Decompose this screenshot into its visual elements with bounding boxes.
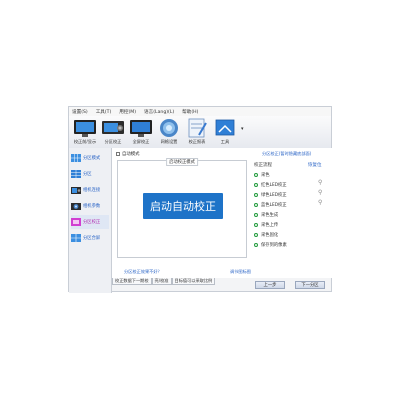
tab-target[interactable]: 目标值可以采取比例 bbox=[171, 278, 216, 285]
step-item: 采色固化 bbox=[254, 231, 278, 239]
camera-icon bbox=[102, 121, 124, 134]
menu-help[interactable]: 帮助(H) bbox=[182, 109, 198, 115]
auto-mode-checkbox[interactable]: 自动模式 bbox=[116, 151, 140, 157]
toolbar: 校正前/显示 分区校正 全屏校正 网格设置 校正报表 工具 ▾ bbox=[69, 116, 331, 149]
group-title: 启动校正模式 bbox=[166, 158, 198, 166]
disc-icon bbox=[160, 119, 178, 137]
status-icon bbox=[254, 203, 258, 207]
tool-report[interactable]: 校正报表 bbox=[184, 118, 210, 146]
adjust-icon-link[interactable]: 调节图标图 bbox=[230, 269, 251, 275]
pin-icon[interactable]: ⚲ bbox=[318, 189, 322, 196]
sidebar-item-label: 相机参数 bbox=[83, 204, 101, 209]
report-icon bbox=[188, 118, 207, 138]
status-icon bbox=[254, 213, 258, 217]
next-partition-button[interactable]: 下一分区 bbox=[295, 281, 325, 289]
pin-icon[interactable]: ⚲ bbox=[318, 199, 322, 206]
calibration-help-link[interactable]: 分区校正效果不好？ bbox=[124, 269, 162, 275]
step-item: 采色生成 bbox=[254, 211, 278, 219]
step-item: 保存到的像素 bbox=[254, 241, 287, 249]
monitor-icon bbox=[74, 120, 96, 137]
sidebar-item-camera-params[interactable]: 相机参数 bbox=[71, 199, 109, 213]
menu-bar: 设置(S) 工具(T) 用控(M) 语言(Lang)(L) 帮助(H) bbox=[69, 107, 331, 116]
status-icon bbox=[254, 223, 258, 227]
toolbar-overflow-arrow[interactable]: ▾ bbox=[241, 126, 244, 132]
camera-icon bbox=[71, 187, 81, 194]
screen-icon bbox=[130, 120, 152, 137]
merge-icon bbox=[71, 234, 81, 242]
status-icon bbox=[254, 243, 258, 247]
checkbox-box[interactable] bbox=[116, 152, 120, 156]
step-item: 蓝色LED校正 bbox=[254, 201, 287, 209]
sidebar-item-label: 分区模式 bbox=[83, 156, 101, 161]
menu-settings[interactable]: 设置(S) bbox=[72, 109, 88, 115]
pin-icon[interactable]: ⚲ bbox=[318, 179, 322, 186]
grid-icon bbox=[71, 154, 81, 162]
status-icon bbox=[254, 233, 258, 237]
tool-tools[interactable]: 工具 bbox=[212, 118, 238, 146]
restore-link[interactable]: 恢复位 bbox=[308, 162, 322, 168]
status-icon bbox=[254, 193, 258, 197]
app-window: 设置(S) 工具(T) 用控(M) 语言(Lang)(L) 帮助(H) 校正前/… bbox=[68, 106, 332, 293]
sidebar-item-partition-merge[interactable]: 分区合屏 bbox=[71, 231, 109, 245]
step-item: 采色上传 bbox=[254, 221, 278, 229]
sidebar-item-partition-calibration[interactable]: 分区校正 bbox=[71, 215, 109, 229]
sidebar: 分区模式 分区 相机连接 相机参数 分区校正 分区合屏 bbox=[69, 148, 112, 293]
sidebar-item-partition-mode[interactable]: 分区模式 bbox=[71, 151, 109, 165]
checkbox-label: 自动模式 bbox=[122, 152, 140, 157]
menu-tools[interactable]: 工具(T) bbox=[96, 109, 112, 115]
camera-settings-icon bbox=[71, 203, 81, 210]
tab-brightness[interactable]: 亮/校准 bbox=[151, 278, 172, 285]
prev-button[interactable]: 上一步 bbox=[255, 281, 285, 289]
tool-label: 工具 bbox=[220, 139, 230, 144]
sidebar-item-label: 相机连接 bbox=[83, 188, 101, 193]
tools-icon bbox=[215, 119, 235, 136]
calibrate-icon bbox=[71, 218, 81, 226]
sidebar-item-label: 分区校正 bbox=[83, 220, 101, 225]
main-panel: 自动模式 分区校正(暂时隐藏底部面) 启动校正模式 启动自动校正 分区校正效果不… bbox=[112, 148, 332, 278]
steps-title: 校正流程 bbox=[254, 163, 272, 168]
calibration-mode-group: 启动校正模式 启动自动校正 bbox=[117, 158, 247, 258]
tool-grid-settings[interactable]: 网格设置 bbox=[156, 118, 182, 146]
tool-fullscreen-calibration[interactable]: 全屏校正 bbox=[128, 118, 154, 146]
start-auto-calibration-button[interactable]: 启动自动校正 bbox=[143, 193, 223, 219]
sidebar-item-camera-connect[interactable]: 相机连接 bbox=[71, 183, 109, 197]
step-item: 绿色LED校正 bbox=[254, 191, 287, 199]
tab-data[interactable]: 校正数据下一期校 bbox=[112, 278, 152, 285]
tool-partition-calibration[interactable]: 分区校正 bbox=[100, 118, 126, 146]
menu-language[interactable]: 语言(Lang)(L) bbox=[144, 109, 174, 115]
status-icon bbox=[254, 183, 258, 187]
partition-icon bbox=[71, 170, 81, 178]
right-panel-header: 分区校正(暂时隐藏底部面) bbox=[262, 151, 312, 156]
step-item: 采色 bbox=[254, 171, 270, 179]
step-item: 红色LED校正 bbox=[254, 181, 287, 189]
sidebar-item-label: 分区合屏 bbox=[83, 236, 101, 241]
sidebar-item-partition[interactable]: 分区 bbox=[71, 167, 109, 181]
sidebar-item-label: 分区 bbox=[83, 172, 92, 177]
menu-control[interactable]: 用控(M) bbox=[119, 109, 136, 115]
status-icon bbox=[254, 173, 258, 177]
bottom-tabs: 校正数据下一期校 亮/校准 目标值可以采取比例 bbox=[112, 278, 216, 285]
tool-display[interactable]: 校正前/显示 bbox=[72, 118, 98, 146]
